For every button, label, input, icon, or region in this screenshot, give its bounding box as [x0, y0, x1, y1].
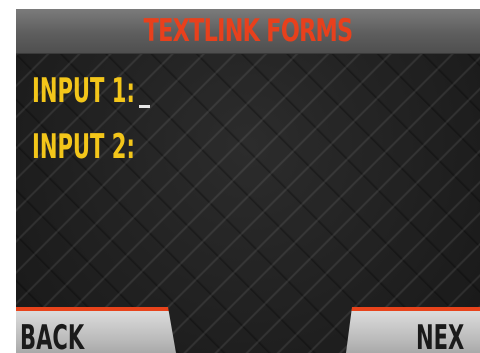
input-1-label: INPUT 1:: [32, 71, 135, 111]
text-cursor: [139, 105, 150, 108]
input-2-field[interactable]: [136, 131, 296, 165]
next-button-label[interactable]: NEX: [416, 318, 464, 353]
input-1-field[interactable]: [136, 75, 296, 109]
page-title: TEXTLINK FORMS: [143, 13, 354, 49]
textlink-screen: TEXTLINK FORMS INPUT 1: INPUT 2: BACK NE…: [16, 9, 480, 353]
input-2-label: INPUT 2:: [32, 127, 135, 167]
back-button-label[interactable]: BACK: [20, 318, 84, 353]
title-bar: TEXTLINK FORMS: [16, 9, 480, 54]
